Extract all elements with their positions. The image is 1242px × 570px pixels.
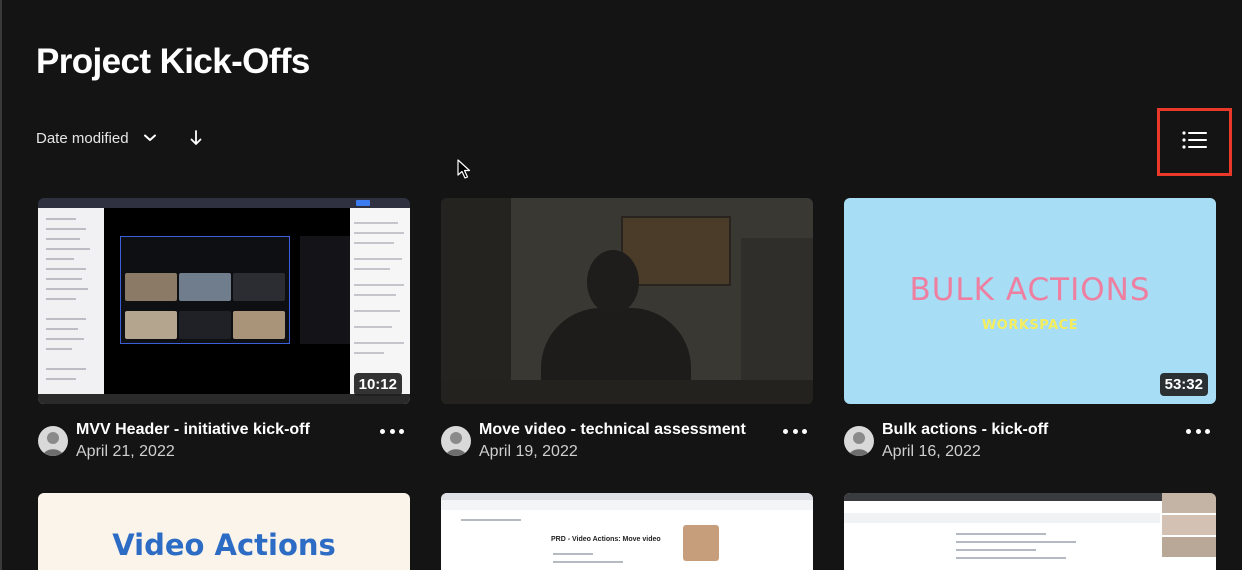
video-card[interactable]: Move video - technical assessment April … [441, 198, 813, 468]
video-duration: 10:12 [353, 373, 402, 396]
more-options-icon[interactable] [783, 424, 807, 438]
avatar [844, 426, 874, 456]
video-title[interactable]: Move video - technical assessment [479, 421, 746, 439]
video-card[interactable]: 10:12 MVV Header - initiative kick-off A… [38, 198, 410, 468]
left-edge-divider [0, 0, 2, 570]
arrow-down-icon[interactable] [189, 129, 203, 147]
more-options-icon[interactable] [1186, 424, 1210, 438]
video-date: April 21, 2022 [76, 443, 175, 460]
video-card[interactable]: BULK ACTIONS WORKSPACE 53:32 Bulk action… [844, 198, 1216, 468]
video-date: April 16, 2022 [882, 443, 981, 460]
thumbnail-heading: PRD - Video Actions: Move video [551, 536, 661, 543]
video-thumbnail[interactable]: BULK ACTIONS WORKSPACE 53:32 [844, 198, 1216, 404]
list-view-toggle-button[interactable] [1157, 108, 1232, 176]
chevron-down-icon[interactable] [143, 131, 157, 145]
thumbnail-subheading: WORKSPACE [981, 318, 1079, 333]
video-title[interactable]: MVV Header - initiative kick-off [76, 421, 310, 439]
thumbnail-heading: BULK ACTIONS [909, 272, 1151, 308]
more-options-icon[interactable] [380, 424, 404, 438]
list-view-icon [1181, 130, 1208, 155]
video-card[interactable]: PRD - Video Actions: Move video [441, 493, 813, 570]
page-title: Project Kick-Offs [36, 42, 310, 81]
sort-bar: Date modified [36, 126, 203, 150]
video-duration: 53:32 [1159, 373, 1208, 396]
mouse-cursor-icon [457, 159, 471, 179]
thumbnail-heading: Video Actions [112, 528, 336, 562]
video-title[interactable]: Bulk actions - kick-off [882, 421, 1048, 439]
sort-field-label[interactable]: Date modified [36, 130, 129, 147]
video-thumbnail[interactable]: 10:12 [38, 198, 410, 404]
avatar [38, 426, 68, 456]
video-thumbnail[interactable]: PRD - Video Actions: Move video [441, 493, 813, 570]
video-thumbnail[interactable] [844, 493, 1216, 570]
video-card[interactable]: Video Actions [38, 493, 410, 570]
video-card[interactable] [844, 493, 1216, 570]
video-thumbnail[interactable] [441, 198, 813, 404]
video-date: April 19, 2022 [479, 443, 578, 460]
video-thumbnail[interactable]: Video Actions [38, 493, 410, 570]
avatar [441, 426, 471, 456]
